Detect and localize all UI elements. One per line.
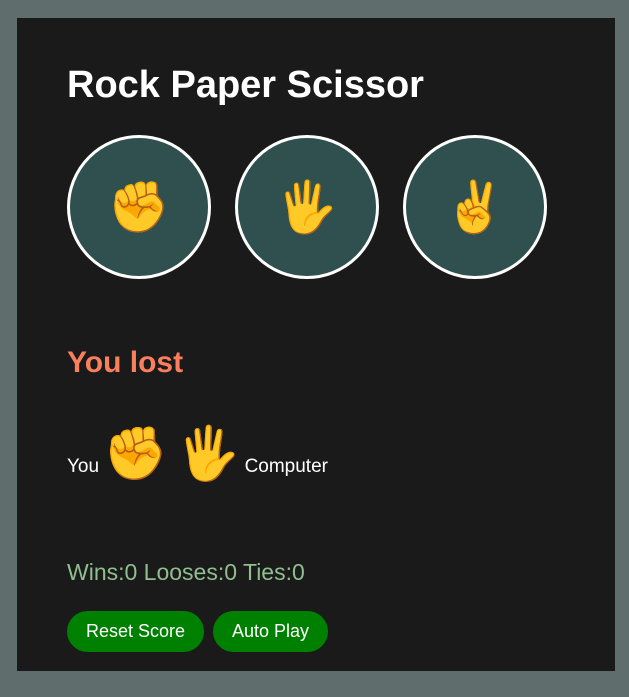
computer-move-hand-icon: 🖐 [175, 425, 241, 483]
player-move-fist-icon: ✊ [103, 425, 168, 483]
result-message: You lost [67, 346, 184, 379]
rock-button[interactable]: ✊ [67, 135, 211, 279]
scissors-victory-hand-icon: ✌️ [443, 179, 507, 235]
rock-fist-icon: ✊ [107, 179, 171, 235]
moves-display: You ✊ 🖐 Computer [67, 415, 328, 485]
paper-hand-icon: 🖐 [275, 179, 339, 235]
paper-button[interactable]: 🖐 [235, 135, 379, 279]
you-label: You [67, 456, 100, 477]
score-display: Wins:0 Looses:0 Ties:0 [67, 559, 305, 585]
reset-score-button[interactable]: Reset Score [67, 611, 205, 652]
page-title: Rock Paper Scissor [67, 64, 424, 106]
game-panel: Rock Paper Scissor ✊ 🖐 ✌️ You lost You ✊… [17, 18, 615, 671]
auto-play-button[interactable]: Auto Play [213, 611, 329, 652]
scissors-button[interactable]: ✌️ [403, 135, 547, 279]
computer-label: Computer [244, 456, 328, 477]
